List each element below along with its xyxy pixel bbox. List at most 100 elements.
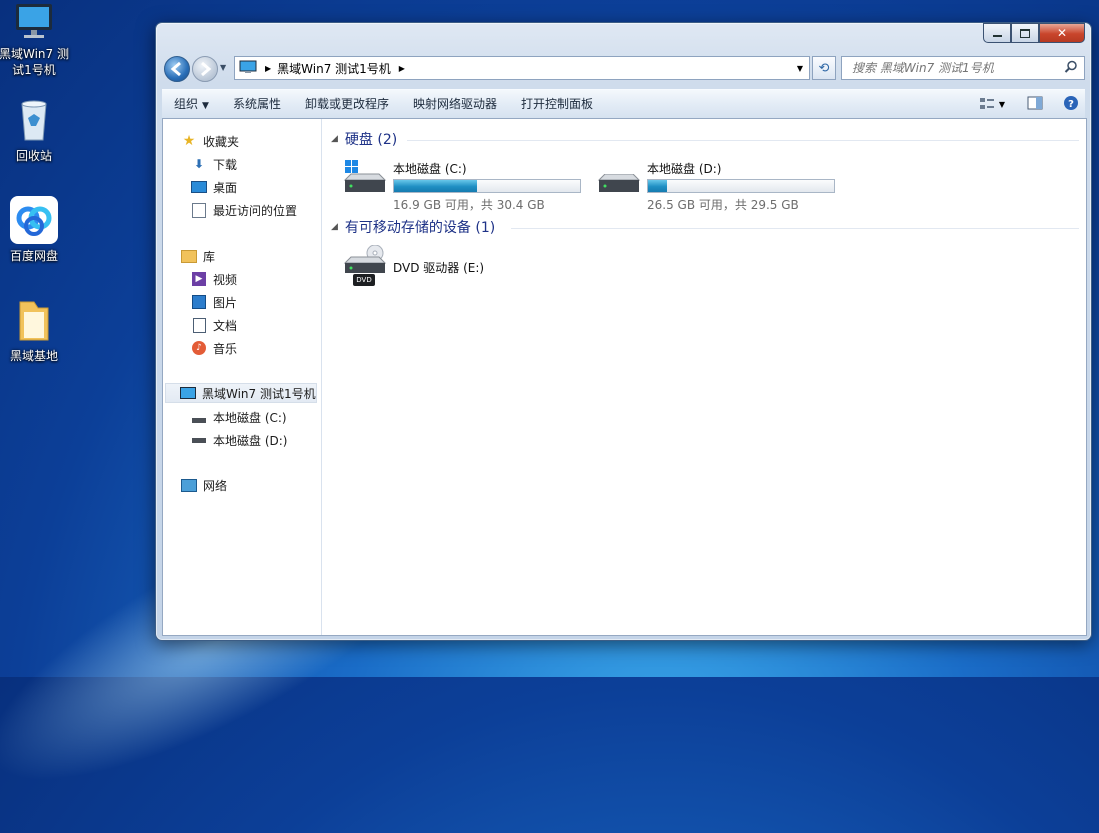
desktop-icon-computer[interactable]: 黑域Win7 测试1号机 <box>0 2 72 78</box>
nav-libraries[interactable]: 库 <box>181 246 215 266</box>
nav-label: 网络 <box>203 478 228 493</box>
nav-computer[interactable]: 黑域Win7 测试1号机 <box>165 383 317 403</box>
forward-button[interactable] <box>192 56 218 82</box>
view-icon <box>979 98 994 109</box>
navigation-pane: ★ 收藏夹 ⬇ 下载 桌面 最近访问的位置 库 ▶ 视频 图片 文档 ♪ 音乐 … <box>163 119 322 635</box>
open-control-panel-button[interactable]: 打开控制面板 <box>509 90 605 118</box>
desktop-icon-baidu-netdisk[interactable]: 百度网盘 <box>0 196 72 264</box>
dvd-badge: DVD <box>356 276 372 284</box>
nav-label: 本地磁盘 (D:) <box>213 433 288 448</box>
command-bar: 组织 ▼ 系统属性 卸载或更改程序 映射网络驱动器 打开控制面板 ▼ ? <box>162 89 1085 118</box>
change-view-button[interactable]: ▼ <box>979 97 1005 111</box>
nav-label: 最近访问的位置 <box>213 203 298 218</box>
help-icon: ? <box>1064 95 1078 110</box>
drive-usage-bar <box>647 179 835 193</box>
nav-downloads[interactable]: ⬇ 下载 <box>191 154 237 174</box>
desktop-icon-label: 回收站 <box>15 149 52 163</box>
drive-usage-fill <box>648 180 667 192</box>
close-button[interactable]: ✕ <box>1039 23 1085 43</box>
windows-hard-disk-icon <box>343 160 387 196</box>
drive-free-space: 16.9 GB 可用，共 30.4 GB <box>393 198 545 212</box>
nav-videos[interactable]: ▶ 视频 <box>191 269 237 289</box>
system-properties-button[interactable]: 系统属性 <box>221 90 293 118</box>
desktop-icon-label: 百度网盘 <box>9 249 58 263</box>
nav-pictures[interactable]: 图片 <box>191 292 237 312</box>
document-icon <box>191 317 207 333</box>
collapse-triangle-icon: ◢ <box>331 222 338 232</box>
drive-c-icon <box>191 409 207 425</box>
nav-label: 收藏夹 <box>203 134 240 149</box>
preview-pane-icon <box>1027 96 1043 109</box>
group-header-removable[interactable]: ◢ 有可移动存储的设备 (1) <box>331 218 495 236</box>
map-network-drive-button[interactable]: 映射网络驱动器 <box>401 90 509 118</box>
desktop-icon-recycle-bin[interactable]: 回收站 <box>0 96 72 164</box>
maximize-icon <box>1020 28 1030 38</box>
download-icon: ⬇ <box>193 157 205 171</box>
view-controls: ▼ ? <box>979 90 1079 118</box>
search-icon[interactable] <box>1064 60 1078 77</box>
nav-drive-d[interactable]: 本地磁盘 (D:) <box>191 430 287 450</box>
dvd-drive-icon: DVD <box>343 244 387 292</box>
nav-network[interactable]: 网络 <box>181 475 227 495</box>
group-title: 硬盘 (2) <box>344 132 398 148</box>
drive-tile-d[interactable]: 本地磁盘 (D:) 26.5 GB 可用，共 29.5 GB <box>593 160 843 214</box>
nav-label: 库 <box>203 249 216 264</box>
nav-label: 视频 <box>213 272 238 287</box>
minimize-icon <box>992 35 1002 37</box>
uninstall-program-button[interactable]: 卸载或更改程序 <box>293 90 401 118</box>
nav-music[interactable]: ♪ 音乐 <box>191 338 237 358</box>
maximize-button[interactable] <box>1011 23 1039 43</box>
address-bar[interactable]: ▶ 黑域Win7 测试1号机 ▶ ▼ <box>234 56 810 80</box>
dvd-drive-tile[interactable]: DVD DVD 驱动器 (E:) <box>339 244 539 299</box>
help-button[interactable]: ? <box>1063 95 1079 114</box>
group-divider <box>511 228 1079 229</box>
explorer-window: ✕ ▼ ▶ 黑域Win7 测试1号机 ▶ ▼ ⟲ 组织▼ 系统属性 卸载或更改程… <box>155 22 1092 641</box>
recycle-bin-icon <box>14 96 54 144</box>
desktop-icon-label: 黑域基地 <box>9 349 58 363</box>
computer-icon <box>12 2 56 42</box>
drive-tile-c[interactable]: 本地磁盘 (C:) 16.9 GB 可用，共 30.4 GB <box>339 160 589 214</box>
back-button[interactable] <box>164 56 190 82</box>
vertical-scrollbar[interactable] <box>1080 119 1086 635</box>
desktop-icon-folder[interactable]: 黑域基地 <box>0 298 72 364</box>
items-view: ◢ 硬盘 (2) 本地磁盘 (C:) 16.9 GB 可用，共 30.4 GB … <box>323 119 1086 635</box>
drive-name: 本地磁盘 (C:) <box>393 162 467 176</box>
window-caption-buttons: ✕ <box>983 23 1085 43</box>
nav-drive-c[interactable]: 本地磁盘 (C:) <box>191 407 287 427</box>
drive-usage-fill <box>394 180 477 192</box>
nav-label: 音乐 <box>213 341 238 356</box>
breadcrumb-computer[interactable]: 黑域Win7 测试1号机 <box>277 60 391 77</box>
drive-name: 本地磁盘 (D:) <box>647 162 722 176</box>
breadcrumb-separator-icon[interactable]: ▶ <box>265 64 271 73</box>
hard-disk-icon <box>597 173 641 196</box>
recent-places-icon <box>191 202 207 218</box>
drive-d-icon <box>191 432 207 448</box>
refresh-button[interactable]: ⟲ <box>812 56 836 80</box>
drive-free-space: 26.5 GB 可用，共 29.5 GB <box>647 198 799 212</box>
nav-favorites[interactable]: ★ 收藏夹 <box>181 131 239 151</box>
forward-arrow-icon <box>201 61 212 77</box>
minimize-button[interactable] <box>983 23 1011 43</box>
nav-desktop[interactable]: 桌面 <box>191 177 237 197</box>
group-divider <box>407 140 1079 141</box>
breadcrumb-separator-icon[interactable]: ▶ <box>399 64 405 73</box>
search-input[interactable] <box>850 57 1064 79</box>
search-box[interactable] <box>841 56 1085 80</box>
group-header-hard-disks[interactable]: ◢ 硬盘 (2) <box>331 130 397 148</box>
nav-label: 图片 <box>213 295 238 310</box>
recent-pages-chevron-icon[interactable]: ▼ <box>220 63 226 72</box>
drive-name: DVD 驱动器 (E:) <box>393 261 485 275</box>
preview-pane-button[interactable] <box>1027 96 1043 113</box>
address-dropdown-icon[interactable]: ▼ <box>797 64 803 73</box>
computer-small-icon <box>180 385 196 401</box>
nav-documents[interactable]: 文档 <box>191 315 237 335</box>
organize-label: 组织 <box>174 97 199 111</box>
folder-icon <box>16 298 52 344</box>
organize-button[interactable]: 组织 ▼ <box>162 90 221 118</box>
group-title: 有可移动存储的设备 (1) <box>344 220 496 236</box>
nav-recent-places[interactable]: 最近访问的位置 <box>191 200 297 220</box>
nav-label: 桌面 <box>213 180 238 195</box>
desktop-icon-label: 黑域Win7 测试1号机 <box>0 47 69 77</box>
refresh-icon: ⟲ <box>818 60 830 76</box>
star-icon: ★ <box>182 133 196 149</box>
